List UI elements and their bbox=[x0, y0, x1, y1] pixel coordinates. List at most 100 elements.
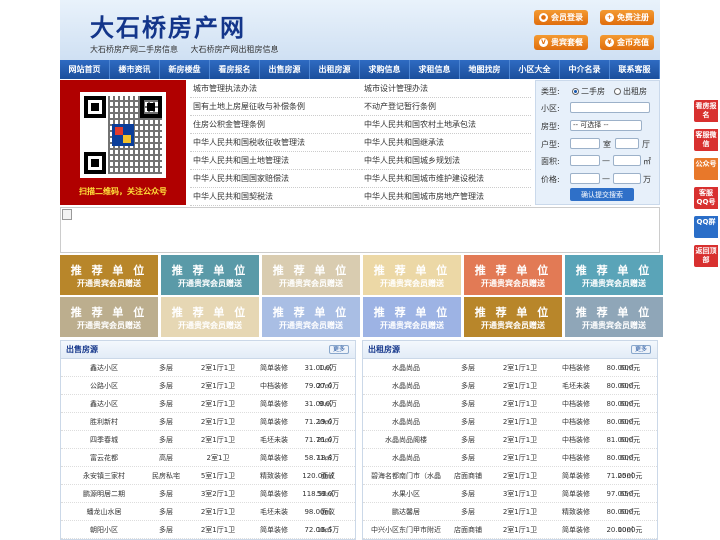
side-button-qq-group[interactable]: QQ群 bbox=[694, 216, 718, 238]
community-name[interactable]: 水晶尚品 bbox=[367, 359, 445, 377]
area-max-input[interactable] bbox=[613, 155, 641, 166]
recommended-unit-ad[interactable]: 推 荐 单 位开通贵宾会员赠送 bbox=[60, 297, 158, 337]
site-logo-title[interactable]: 大石桥房产网 bbox=[90, 8, 246, 43]
side-button-signup[interactable]: 看房报名 bbox=[694, 100, 718, 122]
community-name[interactable]: 公路小区 bbox=[65, 377, 143, 395]
recommended-unit-ad[interactable]: 推 荐 单 位开通贵宾会员赠送 bbox=[464, 297, 562, 337]
side-button-back-to-top[interactable]: 返回顶部 bbox=[694, 245, 718, 267]
law-link[interactable]: 中华人民共和国国家赔偿法 bbox=[190, 170, 360, 188]
side-button-wechat[interactable]: 客服微信 bbox=[694, 129, 718, 151]
community-name[interactable]: 水晶尚品 bbox=[367, 413, 445, 431]
law-link[interactable]: 住房公积金管理条例 bbox=[190, 116, 360, 134]
recharge-button[interactable]: ¥ 金币充值 bbox=[600, 35, 654, 50]
law-link[interactable]: 中华人民共和国契税法 bbox=[190, 188, 360, 206]
listing-row[interactable]: 水晶尚品阁楼 多层 2室1厅1卫 中档装修 81.00㎡ 600元 bbox=[363, 431, 657, 449]
search-submit-button[interactable]: 确认提交搜索 bbox=[570, 188, 634, 201]
community-name[interactable]: 碧海名都南门市（水晶 bbox=[367, 467, 445, 485]
listing-row[interactable]: 碧海名都南门市（水晶 店面商铺 2室1厅1卫 简单装修 71.00㎡ 2500元 bbox=[363, 467, 657, 485]
listing-row[interactable]: 水晶尚品 多层 2室1厅1卫 毛坯未装 80.00㎡ 600元 bbox=[363, 377, 657, 395]
nav-item[interactable]: 看房报名 bbox=[210, 60, 260, 79]
law-link[interactable]: 城市管理执法办法 bbox=[190, 80, 360, 98]
side-button-qq[interactable]: 客服QQ号 bbox=[694, 187, 718, 209]
recommended-unit-ad[interactable]: 推 荐 单 位开通贵宾会员赠送 bbox=[565, 255, 663, 295]
nav-item[interactable]: 新房楼盘 bbox=[160, 60, 210, 79]
law-link[interactable]: 中华人民共和国农村土地承包法 bbox=[361, 116, 531, 134]
listing-row[interactable]: 中兴小区东门甲市附近 店面商铺 2室1厅1卫 简单装修 20.00㎡ 1000元 bbox=[363, 521, 657, 539]
nav-item[interactable]: 中介名录 bbox=[560, 60, 610, 79]
community-name[interactable]: 水晶尚品阁楼 bbox=[367, 431, 445, 449]
banner-image-broken[interactable] bbox=[60, 207, 660, 253]
community-name[interactable]: 胜利新村 bbox=[65, 413, 143, 431]
community-name[interactable]: 鑫达小区 bbox=[65, 359, 143, 377]
house-type-select[interactable]: -- 可选择 -- bbox=[570, 120, 642, 131]
law-link[interactable]: 国有土地上房屋征收与补偿条例 bbox=[190, 98, 360, 116]
login-button[interactable]: ● 会员登录 bbox=[534, 10, 588, 25]
listing-row[interactable]: 蟠龙山水居 多层 2室1厅1卫 毛坯未装 98.00㎡ 面议 bbox=[61, 503, 355, 521]
nav-item[interactable]: 求租信息 bbox=[410, 60, 460, 79]
law-link[interactable]: 不动产登记暂行条例 bbox=[361, 98, 531, 116]
recommended-unit-ad[interactable]: 推 荐 单 位开通贵宾会员赠送 bbox=[363, 297, 461, 337]
law-link[interactable]: 城市设计管理办法 bbox=[361, 80, 531, 98]
law-link[interactable]: 中华人民共和国继承法 bbox=[361, 134, 531, 152]
recommended-unit-ad[interactable]: 推 荐 单 位开通贵宾会员赠送 bbox=[565, 297, 663, 337]
register-button[interactable]: + 免费注册 bbox=[600, 10, 654, 25]
community-name[interactable]: 鹏源明居二期 bbox=[65, 485, 143, 503]
listing-row[interactable]: 水果小区 多层 3室1厅1卫 简单装修 97.00㎡ 650元 bbox=[363, 485, 657, 503]
hall-select[interactable] bbox=[615, 138, 639, 149]
nav-item[interactable]: 联系客服 bbox=[610, 60, 660, 79]
law-link[interactable]: 中华人民共和国城市房地产管理法 bbox=[361, 188, 531, 206]
nav-item[interactable]: 地图找房 bbox=[460, 60, 510, 79]
listing-row[interactable]: 水晶尚品 多层 2室1厅1卫 中档装修 80.00㎡ 600元 bbox=[363, 395, 657, 413]
community-name[interactable]: 朝阳小区 bbox=[65, 521, 143, 539]
type-radio-sale[interactable]: 二手房 bbox=[572, 86, 605, 97]
vip-package-button[interactable]: V 贵宾套餐 bbox=[534, 35, 588, 50]
recommended-unit-ad[interactable]: 推 荐 单 位开通贵宾会员赠送 bbox=[262, 255, 360, 295]
community-name[interactable]: 富云花都 bbox=[65, 449, 143, 467]
recommended-unit-ad[interactable]: 推 荐 单 位开通贵宾会员赠送 bbox=[161, 255, 259, 295]
price-min-input[interactable] bbox=[570, 173, 600, 184]
listing-row[interactable]: 胜利新村 多层 2室1厅1卫 简单装修 71.20㎡ 19.0万 bbox=[61, 413, 355, 431]
listing-row[interactable]: 水晶尚品 多层 2室1厅1卫 中档装修 80.00㎡ 600元 bbox=[363, 413, 657, 431]
law-link[interactable]: 中华人民共和国城市维护建设税法 bbox=[361, 170, 531, 188]
community-name[interactable]: 永安镇三家村 bbox=[65, 467, 143, 485]
law-link[interactable]: 中华人民共和国土地管理法 bbox=[190, 152, 360, 170]
listing-row[interactable]: 鹏达馨居 多层 2室1厅1卫 精致装修 80.00㎡ 600元 bbox=[363, 503, 657, 521]
law-link[interactable]: 中华人民共和国城乡规划法 bbox=[361, 152, 531, 170]
community-name[interactable]: 鹏达馨居 bbox=[367, 503, 445, 521]
nav-item[interactable]: 出租房源 bbox=[310, 60, 360, 79]
community-name[interactable]: 蟠龙山水居 bbox=[65, 503, 143, 521]
price-max-input[interactable] bbox=[613, 173, 641, 184]
community-name[interactable]: 鑫达小区 bbox=[65, 395, 143, 413]
room-select[interactable] bbox=[570, 138, 600, 149]
listing-row[interactable]: 鑫达小区 多层 2室1厅1卫 简单装修 31.00㎡ 9.0万 bbox=[61, 395, 355, 413]
recommended-unit-ad[interactable]: 推 荐 单 位开通贵宾会员赠送 bbox=[464, 255, 562, 295]
side-button-official-account[interactable]: 公众号 bbox=[694, 158, 718, 180]
recommended-unit-ad[interactable]: 推 荐 单 位开通贵宾会员赠送 bbox=[262, 297, 360, 337]
listing-row[interactable]: 水晶尚品 多层 2室1厅1卫 中档装修 80.00㎡ 600元 bbox=[363, 449, 657, 467]
area-min-input[interactable] bbox=[570, 155, 600, 166]
nav-item[interactable]: 网站首页 bbox=[60, 60, 110, 79]
listing-row[interactable]: 富云花都 高层 2室1卫 简单装修 58.71㎡ 18.8万 bbox=[61, 449, 355, 467]
rent-more-button[interactable]: 更多 bbox=[631, 345, 651, 354]
listing-row[interactable]: 水晶尚品 多层 2室1厅1卫 中档装修 80.00㎡ 600元 bbox=[363, 359, 657, 377]
listing-row[interactable]: 朝阳小区 多层 2室1厅1卫 简单装修 72.00㎡ 16.5万 bbox=[61, 521, 355, 539]
listing-row[interactable]: 四季春城 多层 2室1厅1卫 毛坯未装 71.76㎡ 21.0万 bbox=[61, 431, 355, 449]
listing-row[interactable]: 永安镇三家村 民房私宅 5室1厅1卫 精致装修 120.00㎡ 面议 bbox=[61, 467, 355, 485]
nav-item[interactable]: 求购信息 bbox=[360, 60, 410, 79]
community-input[interactable] bbox=[570, 102, 650, 113]
tagline-sale[interactable]: 大石桥房产网二手房信息 bbox=[90, 45, 178, 54]
listing-row[interactable]: 鑫达小区 多层 2室1厅1卫 简单装修 31.00㎡ 1.0万 bbox=[61, 359, 355, 377]
nav-item[interactable]: 小区大全 bbox=[510, 60, 560, 79]
community-name[interactable]: 水晶尚品 bbox=[367, 395, 445, 413]
listing-row[interactable]: 鹏源明居二期 多层 3室2厅1卫 简单装修 118.50㎡ 59.0万 bbox=[61, 485, 355, 503]
recommended-unit-ad[interactable]: 推 荐 单 位开通贵宾会员赠送 bbox=[161, 297, 259, 337]
nav-item[interactable]: 楼市资讯 bbox=[110, 60, 160, 79]
community-name[interactable]: 水果小区 bbox=[367, 485, 445, 503]
sale-more-button[interactable]: 更多 bbox=[329, 345, 349, 354]
community-name[interactable]: 水晶尚品 bbox=[367, 449, 445, 467]
type-radio-rent[interactable]: 出租房 bbox=[614, 86, 647, 97]
tagline-rent[interactable]: 大石桥房产网出租房信息 bbox=[191, 45, 279, 54]
listing-row[interactable]: 公路小区 多层 2室1厅1卫 中档装修 79.00㎡ 27.0万 bbox=[61, 377, 355, 395]
community-name[interactable]: 四季春城 bbox=[65, 431, 143, 449]
nav-item[interactable]: 出售房源 bbox=[260, 60, 310, 79]
